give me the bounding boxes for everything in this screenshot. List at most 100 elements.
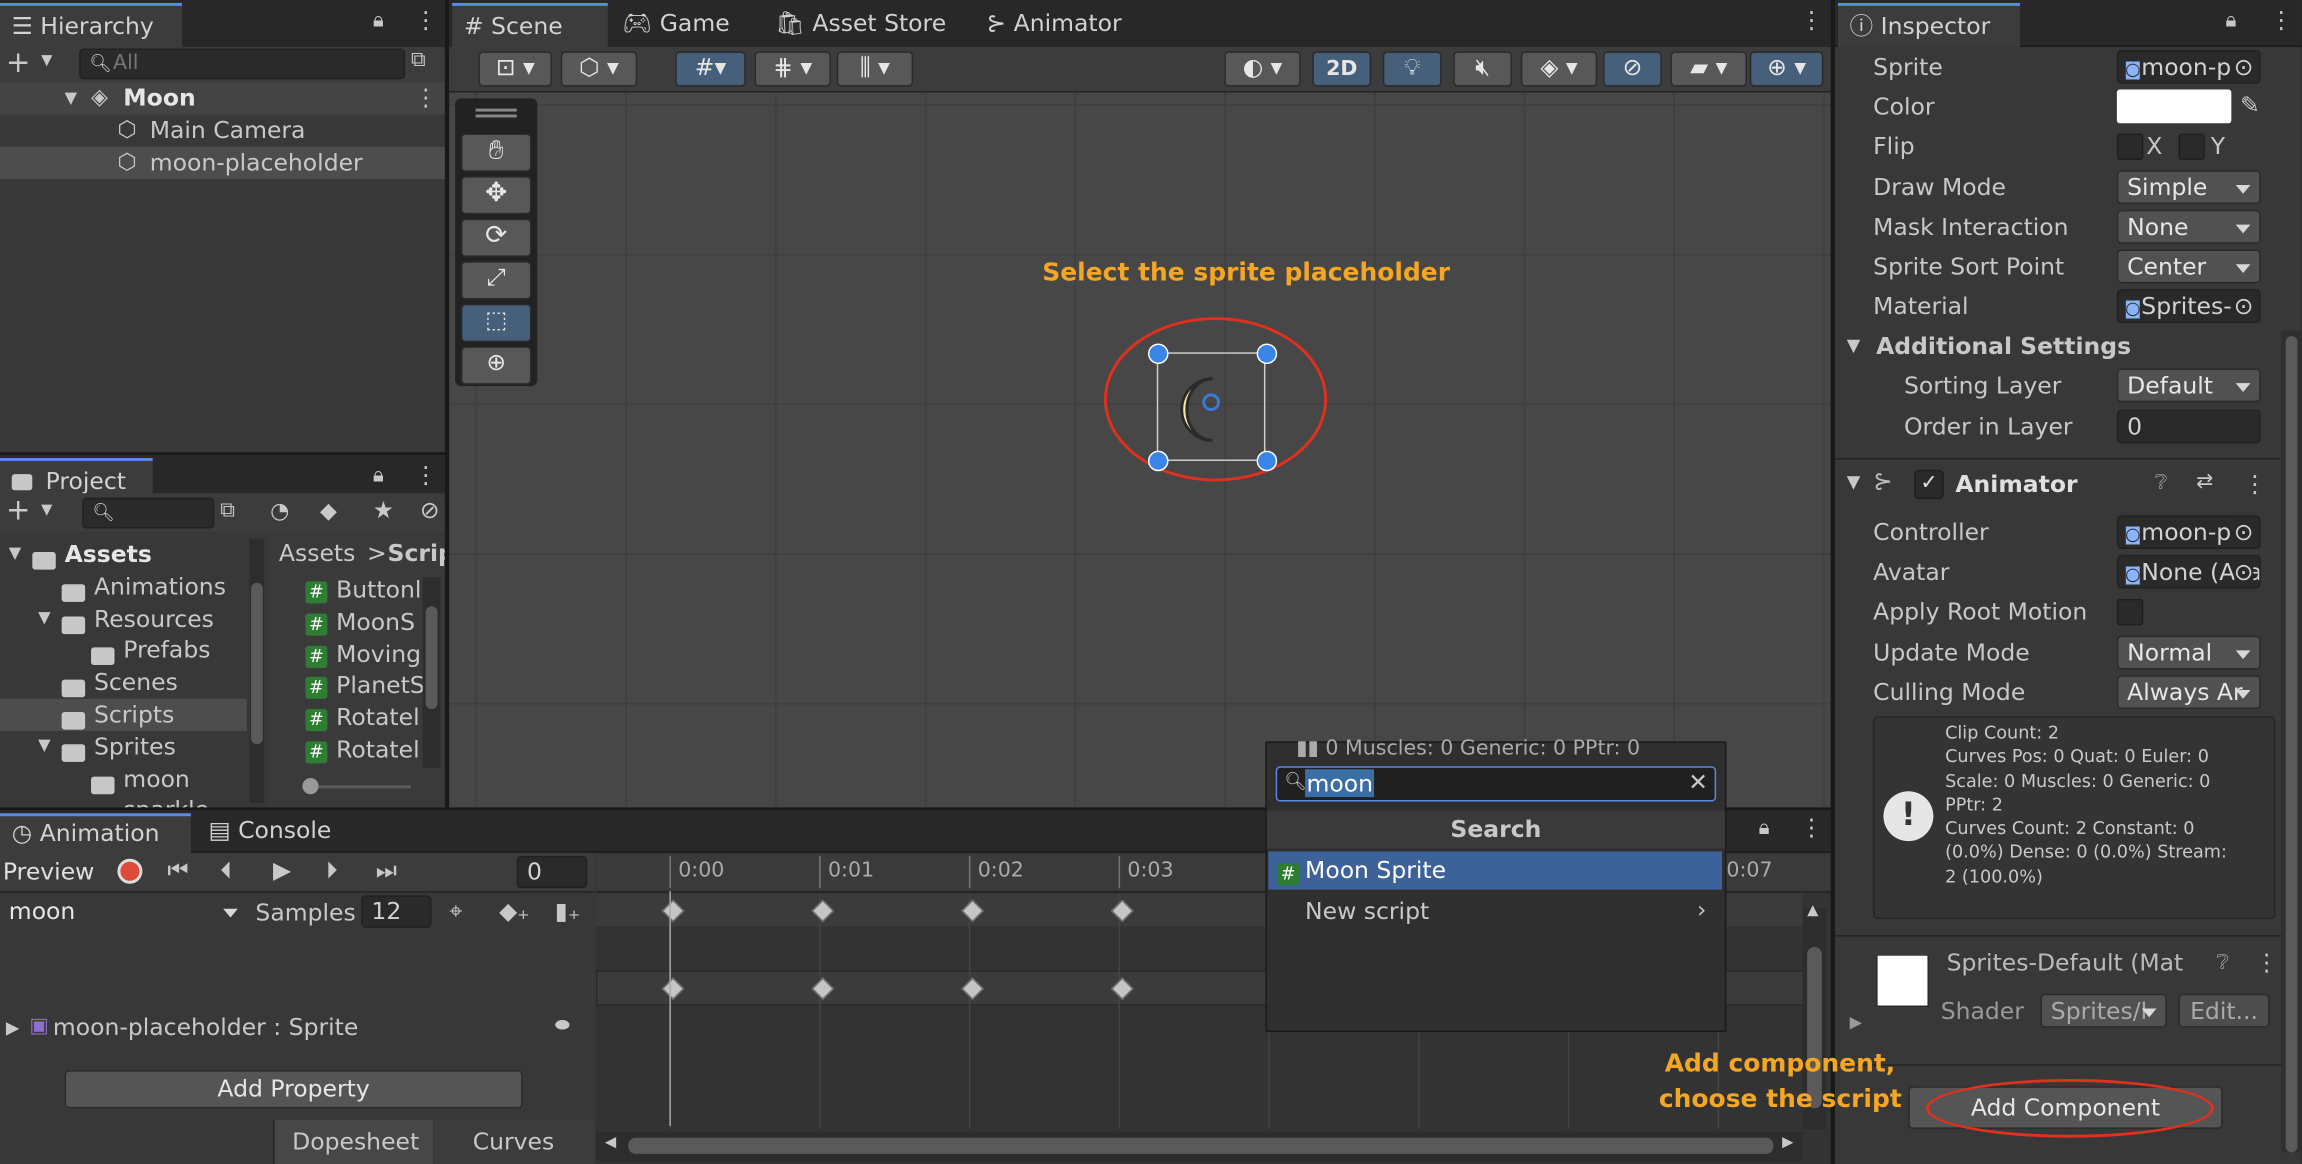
tab-animator[interactable]: ⊱ Animator <box>975 3 1134 47</box>
object-picker-icon[interactable]: ⊙ <box>2233 290 2254 322</box>
shader-dropdown[interactable]: Sprites/l <box>2040 993 2167 1028</box>
object-picker-icon[interactable]: ⊙ <box>2233 516 2254 548</box>
grid-snap-button[interactable]: #▾ <box>675 51 746 87</box>
tab-console[interactable]: ▤ Console <box>197 813 343 854</box>
lock-icon[interactable]: 🔒︎ <box>373 464 384 487</box>
effects-button[interactable]: ◈ ▾ <box>1520 51 1598 87</box>
hierarchy-search-input[interactable]: 🔍︎ All <box>79 48 406 80</box>
object-picker-icon[interactable]: ⊙ <box>2233 556 2254 588</box>
add-keyframe-icon[interactable]: ◆₊ <box>499 897 529 925</box>
chevron-right-icon[interactable]: ▶ <box>1850 1013 1862 1032</box>
script-file-item[interactable]: # Buttonl <box>305 575 422 607</box>
more-menu-icon[interactable]: ⋮ <box>414 6 437 34</box>
dropdown-field[interactable]: Center <box>2116 249 2261 284</box>
tab-curves[interactable]: Curves <box>434 1120 595 1164</box>
inspector-scrollbar[interactable] <box>2281 330 2302 1153</box>
breadcrumb-scripts[interactable]: Scrip <box>388 539 445 567</box>
project-folder-item[interactable]: Scripts <box>0 698 247 732</box>
dropdown-field[interactable]: None <box>2116 209 2261 244</box>
scroll-right-icon[interactable]: ▶ <box>1782 1135 1793 1151</box>
project-search-input[interactable]: 🔍︎ <box>82 497 215 529</box>
scroll-up-icon[interactable]: ▲ <box>1807 903 1818 919</box>
preview-toggle[interactable]: Preview <box>3 857 94 885</box>
help-icon[interactable]: ❔︎ <box>2155 471 2167 494</box>
first-key-icon[interactable]: ⏮︎ <box>167 856 188 885</box>
transform-tool-button[interactable]: ⊕ <box>460 346 532 385</box>
script-file-item[interactable]: # PlanetS <box>305 671 423 703</box>
rect-tool-button[interactable]: ⬚ <box>460 303 532 343</box>
more-menu-icon[interactable]: ⋮ <box>2243 470 2266 498</box>
object-field[interactable]: ◙moon-p ⊙ <box>2116 49 2261 84</box>
last-key-icon[interactable]: ⏭︎ <box>376 856 397 885</box>
files-scrollbar[interactable] <box>422 576 441 768</box>
record-dot-icon[interactable]: ⬬ <box>555 1014 570 1036</box>
add-property-button[interactable]: Add Property <box>64 1070 523 1109</box>
object-picker-icon[interactable]: ⊙ <box>2233 51 2254 83</box>
type-filter-icon[interactable]: ◔ <box>270 498 289 524</box>
rotate-tool-button[interactable]: ⟳ <box>460 218 532 257</box>
palette-grip[interactable] <box>475 108 517 112</box>
color-swatch[interactable] <box>2116 89 2232 124</box>
zoom-slider[interactable] <box>302 778 412 795</box>
add-event-icon[interactable]: ▮₊ <box>555 897 580 925</box>
more-menu-icon[interactable]: ⋮ <box>414 84 437 112</box>
ruler-button[interactable]: ⫼ ▾ <box>836 51 914 87</box>
prev-key-icon[interactable]: ⏴︎ <box>220 856 232 885</box>
more-menu-icon[interactable]: ⋮ <box>1800 6 1823 34</box>
camera-button[interactable]: ▰ ▾ <box>1670 51 1747 87</box>
toggle-2d-button[interactable]: 2D <box>1312 51 1372 87</box>
next-key-icon[interactable]: ⏵︎ <box>326 856 338 885</box>
chevron-right-icon[interactable]: ▶ <box>6 1017 20 1038</box>
tab-inspector[interactable]: ⓘ Inspector <box>1837 2 2020 47</box>
more-menu-icon[interactable]: ⋮ <box>414 461 437 489</box>
object-field[interactable]: ◙moon-p ⊙ <box>2116 515 2261 550</box>
settings-sliders-icon[interactable]: ⇄ <box>2196 470 2213 493</box>
object-field[interactable]: ◙None (Ava ⊙ <box>2116 555 2261 589</box>
popup-item-moon-sprite[interactable]: # Moon Sprite <box>1268 851 1722 890</box>
add-icon[interactable]: + <box>6 44 31 79</box>
hand-tool-button[interactable]: ✋︎ <box>460 133 532 172</box>
flip-y-checkbox[interactable] <box>2178 134 2205 161</box>
resize-handle[interactable] <box>1147 343 1169 365</box>
filter-icon[interactable]: ⧉ <box>220 499 235 522</box>
scrollbar-thumb[interactable] <box>2285 336 2298 1153</box>
dropdown-field[interactable]: Simple <box>2116 169 2261 204</box>
project-folder-item[interactable]: sparkle <box>0 795 247 807</box>
more-menu-icon[interactable]: ⋮ <box>2270 6 2293 34</box>
lighting-button[interactable]: 💡︎ <box>1382 51 1442 87</box>
script-file-item[interactable]: # MoonS <box>305 607 422 639</box>
chevron-down-icon[interactable]: ▼ <box>41 502 52 518</box>
project-folder-item[interactable]: ▼ Resources <box>0 603 247 635</box>
chevron-down-icon[interactable]: ▼ <box>41 53 52 69</box>
pivot-handle[interactable] <box>1202 393 1220 412</box>
filter-icon[interactable]: ⧉ <box>411 48 426 71</box>
draw-mode-button[interactable]: ⊡ ▾ <box>478 51 552 87</box>
tab-scene[interactable]: # Scene <box>452 2 608 47</box>
sorting-layer-dropdown[interactable]: Default <box>2116 368 2261 403</box>
increment-snap-button[interactable]: ⋕ ▾ <box>754 51 831 87</box>
samples-field[interactable]: 12 <box>361 895 432 928</box>
clear-icon[interactable]: ✕ <box>1688 768 1708 796</box>
horizontal-scrollbar[interactable]: ◀ ▶ <box>596 1131 1803 1162</box>
dropdown-field[interactable]: Normal <box>2116 635 2261 669</box>
project-folder-item[interactable]: ▼ Assets <box>0 539 247 571</box>
lock-icon[interactable]: 🔒︎ <box>2225 9 2236 32</box>
additional-settings-foldout[interactable]: Additional Settings <box>1876 332 2131 360</box>
play-icon[interactable]: ▶︎ <box>273 856 291 884</box>
popup-search-input[interactable]: 🔍︎ moon ✕ <box>1275 766 1717 802</box>
scrollbar-thumb[interactable] <box>425 606 438 710</box>
chevron-down-icon[interactable]: ▼ <box>1847 335 1861 356</box>
dropdown-field[interactable]: Always Ar <box>2116 674 2261 709</box>
tree-scrollbar[interactable] <box>249 538 265 803</box>
animator-enabled-checkbox[interactable]: ✓ <box>1914 469 1944 500</box>
more-menu-icon[interactable]: ⋮ <box>1800 813 1823 841</box>
project-folder-item[interactable]: moon <box>0 763 247 795</box>
project-folder-item[interactable]: Prefabs <box>0 635 247 667</box>
scroll-left-icon[interactable]: ◀ <box>605 1135 616 1151</box>
project-folder-item[interactable]: Animations <box>0 571 247 603</box>
chevron-down-icon[interactable]: ▼ <box>38 607 50 626</box>
popup-item-new-script[interactable]: New script › <box>1268 893 1722 931</box>
chevron-down-icon[interactable]: ▼ <box>65 88 77 107</box>
order-in-layer-field[interactable]: 0 <box>2116 409 2261 444</box>
tab-game[interactable]: 🎮︎ Game <box>611 3 742 47</box>
